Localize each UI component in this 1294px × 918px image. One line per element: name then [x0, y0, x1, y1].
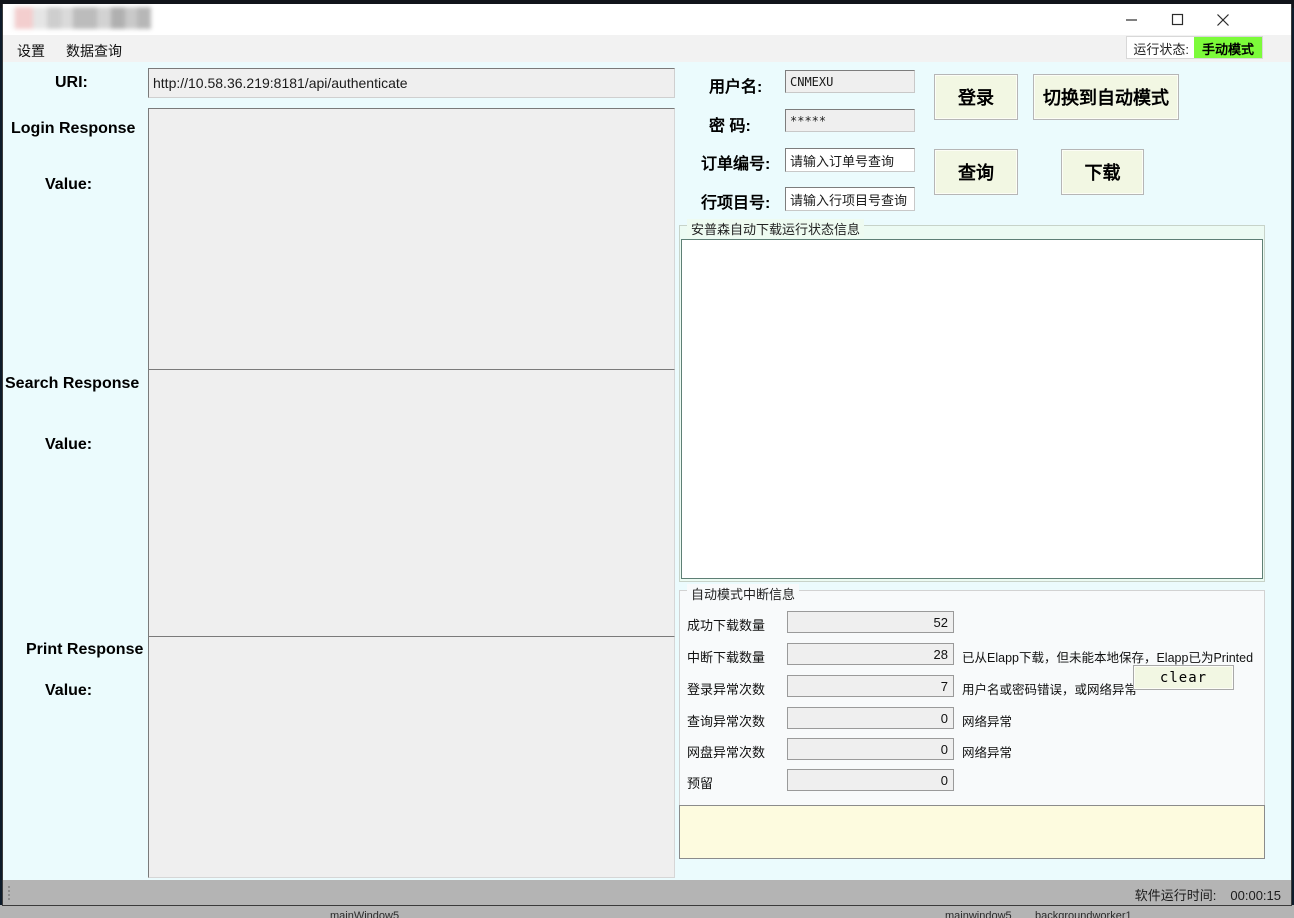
login-response-label: Login Response: [11, 120, 136, 137]
status-log-textarea[interactable]: [681, 239, 1263, 579]
line-item-label: 行项目号:: [701, 195, 771, 212]
uri-label: URI:: [55, 74, 88, 91]
search-response-value-label: Value:: [45, 436, 93, 453]
username-label: 用户名:: [709, 79, 763, 96]
menu-item-settings[interactable]: 设置: [12, 40, 50, 62]
password-label: 密 码:: [709, 118, 751, 135]
window-title: [11, 7, 151, 29]
counter-value[interactable]: 0: [787, 769, 954, 791]
line-item-input[interactable]: 请输入行项目号查询: [785, 187, 915, 211]
login-response-value-label: Value:: [45, 176, 93, 193]
counter-hint: 网络异常: [962, 715, 1013, 729]
counter-value[interactable]: 28: [787, 643, 954, 665]
clear-button[interactable]: clear: [1133, 665, 1234, 690]
print-response-value-label: Value:: [45, 682, 93, 699]
order-number-label: 订单编号:: [701, 156, 771, 173]
print-response-textarea[interactable]: [148, 636, 675, 878]
minimize-icon[interactable]: [1108, 4, 1154, 35]
counter-value[interactable]: 52: [787, 611, 954, 633]
menu-item-data-query[interactable]: 数据查询: [61, 40, 127, 62]
status-group-legend: 安普森自动下载运行状态信息: [687, 219, 865, 238]
taskbar-item[interactable]: mainwindow5: [945, 910, 1012, 918]
title-bar[interactable]: [3, 4, 1291, 36]
taskbar[interactable]: mainWindow5 mainwindow5 backgroundworker…: [0, 905, 1294, 918]
counter-label: 预留: [687, 776, 714, 791]
runtime-display: 软件运行时间: 00:00:15: [1135, 885, 1281, 904]
counter-hint: 已从Elapp下载，但未能本地保存，Elapp已为Printed: [962, 651, 1254, 665]
search-response-textarea[interactable]: [148, 369, 675, 656]
taskbar-item[interactable]: backgroundworker1: [1035, 910, 1132, 918]
client-area: URI: http://10.58.36.219:8181/api/authen…: [3, 62, 1291, 882]
search-response-label: Search Response: [5, 375, 140, 392]
menu-bar: 设置 数据查询: [3, 35, 1291, 63]
username-input[interactable]: CNMEXU: [785, 70, 915, 93]
print-response-label: Print Response: [26, 641, 144, 658]
resize-grip-icon[interactable]: [7, 885, 12, 901]
counter-hint: 用户名或密码错误，或网络异常: [962, 683, 1138, 697]
login-response-textarea[interactable]: [148, 108, 675, 407]
interrupt-info-group-legend: 自动模式中断信息: [687, 584, 800, 603]
switch-to-auto-mode-button[interactable]: 切换到自动模式: [1033, 74, 1179, 120]
run-state-indicator: 运行状态: 手动模式: [1126, 36, 1263, 59]
counter-value[interactable]: 7: [787, 675, 954, 697]
status-bar: 软件运行时间: 00:00:15: [3, 880, 1291, 905]
counter-label: 登录异常次数: [687, 682, 766, 697]
runtime-label: 软件运行时间:: [1134, 888, 1217, 903]
counter-label: 查询异常次数: [687, 714, 766, 729]
counter-label: 网盘异常次数: [687, 745, 766, 760]
counter-value[interactable]: 0: [787, 707, 954, 729]
counter-label: 中断下载数量: [687, 650, 766, 665]
counter-label: 成功下载数量: [687, 618, 766, 633]
counter-value[interactable]: 0: [787, 738, 954, 760]
notice-panel: [679, 805, 1265, 859]
close-icon[interactable]: [1200, 4, 1246, 35]
password-input[interactable]: *****: [785, 109, 915, 132]
login-button[interactable]: 登录: [934, 74, 1018, 120]
runtime-value: 00:00:15: [1230, 888, 1281, 903]
run-state-badge: 手动模式: [1193, 37, 1262, 58]
run-state-label: 运行状态:: [1133, 42, 1189, 57]
maximize-icon[interactable]: [1154, 4, 1200, 35]
uri-input[interactable]: http://10.58.36.219:8181/api/authenticat…: [148, 68, 675, 98]
application-window: 设置 数据查询 运行状态: 手动模式 URI: http://10.58.36.…: [2, 4, 1292, 906]
order-number-input[interactable]: 请输入订单号查询: [785, 148, 915, 172]
taskbar-item[interactable]: mainWindow5: [330, 910, 399, 918]
counter-hint: 网络异常: [962, 746, 1013, 760]
search-button[interactable]: 查询: [934, 149, 1018, 195]
desktop-background: mainWindow5 mainwindow5 backgroundworker…: [0, 0, 1294, 918]
download-button[interactable]: 下载: [1061, 149, 1144, 195]
